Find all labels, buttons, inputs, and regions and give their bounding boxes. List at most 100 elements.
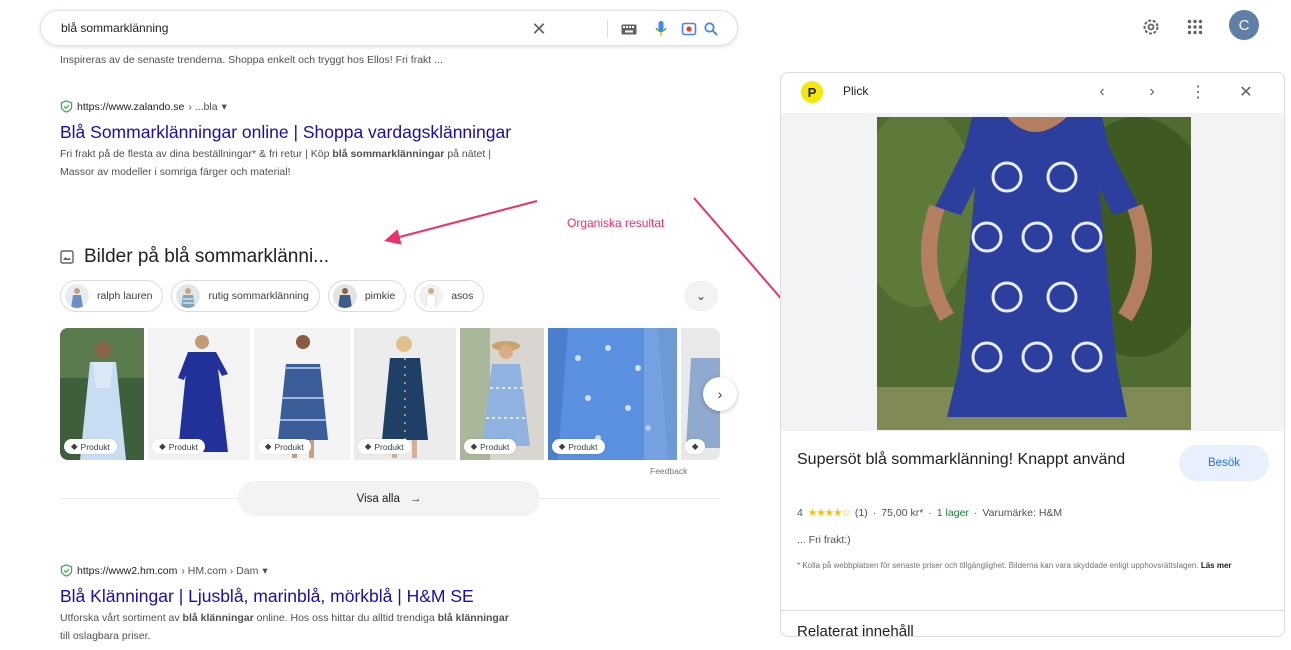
search-input[interactable] xyxy=(61,21,521,35)
image-icon xyxy=(60,250,74,264)
result-url[interactable]: https://www2.hm.com › HM.com › Dam ▾ xyxy=(60,564,509,577)
image-result-5[interactable]: ◆ Produkt xyxy=(459,328,544,460)
snippet-text: till oslagbara priser. xyxy=(60,630,151,642)
chip-rutig-sommarklanning[interactable]: rutig sommarklänning xyxy=(171,280,320,312)
read-more-link[interactable]: Läs mer xyxy=(1201,561,1232,570)
review-count[interactable]: (1) xyxy=(855,507,868,519)
feedback-link[interactable]: Feedback xyxy=(650,466,687,476)
arrow-right-icon: → xyxy=(409,492,422,505)
result-menu-caret-icon[interactable]: ▾ xyxy=(262,565,267,577)
meta-separator: · xyxy=(872,507,877,519)
image-results-strip: ◆ Produkt ◆ Produkt ◆ Produkt ◆ Produkt ◆ Pro… xyxy=(60,328,720,460)
price: 75,00 kr* xyxy=(881,507,924,519)
chip-label: rutig sommarklänning xyxy=(208,290,309,302)
snippet-bold: blå klänningar xyxy=(182,612,254,624)
verified-shield-icon xyxy=(60,564,73,577)
result-snippet: Utforska vårt sortiment av blå klänninga… xyxy=(60,609,509,645)
result-breadcrumb: › HM.com › Dam xyxy=(181,564,259,577)
keyboard-icon[interactable] xyxy=(619,19,639,39)
images-heading-text: Bilder på blå sommarklänni... xyxy=(84,246,329,267)
chip-label: pimkie xyxy=(364,290,396,302)
result-url-text: https://www.zalando.se xyxy=(77,100,185,113)
snippet-text: Massor av modeller i somriga färger och … xyxy=(60,166,291,178)
snippet-bold: blå klänningar xyxy=(437,612,509,624)
settings-gear-icon[interactable] xyxy=(1138,14,1164,40)
related-content-heading: Relaterat innehåll xyxy=(797,623,914,637)
meta-separator: · xyxy=(928,507,932,519)
apps-grid-icon[interactable] xyxy=(1182,14,1208,40)
result-url[interactable]: https://www.zalando.se › ...bla ▾ xyxy=(60,100,511,113)
close-icon[interactable]: ✕ xyxy=(529,19,549,39)
result-menu-caret-icon[interactable]: ▾ xyxy=(222,101,227,113)
show-all-images-button[interactable]: Visa alla → xyxy=(238,481,540,516)
verified-shield-icon xyxy=(60,100,73,113)
tag-icon: ◆ xyxy=(470,441,478,451)
merchant-name: Plick xyxy=(843,84,869,98)
chips-expand-chevron-down-icon[interactable]: ⌄ xyxy=(684,281,718,311)
search-icon[interactable] xyxy=(701,19,721,39)
chip-label: ralph lauren xyxy=(97,290,153,302)
product-badge: ◆ Produkt xyxy=(463,439,517,454)
image-result-6[interactable]: ◆ Produkt xyxy=(547,328,677,460)
camera-lens-icon[interactable] xyxy=(679,19,699,39)
search-divider xyxy=(607,20,608,38)
product-badge: ◆ xyxy=(684,439,706,454)
chip-pimkie[interactable]: pimkie xyxy=(327,280,407,312)
snippet-text: Utforska vårt sortiment av xyxy=(60,612,183,624)
mic-icon[interactable] xyxy=(651,19,671,39)
image-refinement-chips: ralph lauren rutig sommarklänning pimkie… xyxy=(60,280,485,312)
annotation-label: Organiska resultat xyxy=(567,216,665,230)
account-avatar[interactable]: C xyxy=(1229,10,1259,40)
image-result-4[interactable]: ◆ Produkt xyxy=(353,328,456,460)
panel-divider xyxy=(781,610,1284,611)
meta-separator: · xyxy=(973,507,978,519)
product-detail-panel: P Plick ‹ › ⋮ ✕ Supersöt blå sommarklänn… xyxy=(780,72,1285,637)
result-snippet: Fri frakt på de flesta av dina beställni… xyxy=(60,145,511,181)
stock-status: 1 lager xyxy=(936,507,969,519)
product-badge: ◆ Produkt xyxy=(257,439,311,454)
price-disclaimer: * Kolla på webbplatsen för senaste prise… xyxy=(797,559,1277,572)
blue-patterned-dress-photo xyxy=(877,117,1191,430)
tag-icon: ◆ xyxy=(264,441,272,451)
show-all-label: Visa alla xyxy=(356,492,400,505)
result-title-link[interactable]: Blå Sommarklänningar online | Shoppa var… xyxy=(60,122,511,143)
close-icon[interactable]: ✕ xyxy=(1235,81,1257,103)
previous-chevron-left-icon[interactable]: ‹ xyxy=(1091,81,1113,103)
result-title-link[interactable]: Blå Klänningar | Ljusblå, marinblå, mörk… xyxy=(60,586,509,607)
chip-thumbnail xyxy=(419,284,444,308)
product-main-image[interactable] xyxy=(877,117,1191,430)
next-chevron-right-icon[interactable]: › xyxy=(1141,81,1163,103)
product-badge: ◆ Produkt xyxy=(357,439,411,454)
chip-thumbnail xyxy=(176,284,201,308)
product-badge: ◆ Produkt xyxy=(152,439,205,454)
chip-asos[interactable]: asos xyxy=(414,280,485,312)
snippet-bold: blå sommarklänningar xyxy=(332,148,445,160)
product-title: Supersöt blå sommarklänning! Knappt anvä… xyxy=(797,451,1126,468)
disclaimer-text: * Kolla på webbplatsen för senaste prise… xyxy=(797,561,1199,570)
tag-icon: ◆ xyxy=(558,441,566,451)
tag-icon: ◆ xyxy=(71,441,78,451)
panel-header: P Plick ‹ › ⋮ ✕ xyxy=(781,73,1284,113)
tag-icon: ◆ xyxy=(364,441,372,451)
tag-icon: ◆ xyxy=(691,441,699,451)
image-result-3[interactable]: ◆ Produkt xyxy=(253,328,350,460)
image-strip-next-chevron-right-icon[interactable]: › xyxy=(703,377,737,411)
visit-button[interactable]: Besök xyxy=(1179,445,1269,481)
product-badge: ◆ Produkt xyxy=(551,439,605,454)
tag-icon: ◆ xyxy=(159,441,166,451)
snippet-text: Fri frakt på de flesta av dina beställni… xyxy=(60,148,333,160)
image-result-2[interactable]: ◆ Produkt xyxy=(148,328,250,460)
product-description: ... Fri frakt:) xyxy=(797,534,851,546)
more-options-icon[interactable]: ⋮ xyxy=(1187,81,1209,103)
chip-label: asos xyxy=(451,290,474,302)
image-result-1[interactable]: ◆ Produkt xyxy=(60,328,145,460)
result-url-text: https://www2.hm.com xyxy=(77,564,178,577)
product-badge: ◆ Produkt xyxy=(64,439,117,454)
search-result-zalando: https://www.zalando.se › ...bla ▾ Blå So… xyxy=(60,100,511,181)
search-box[interactable]: ✕ xyxy=(40,10,738,46)
star-rating-icon: ★★★★☆ xyxy=(807,507,851,519)
product-meta: 4 ★★★★☆ (1) · 75,00 kr* · 1 lager · Varu… xyxy=(797,507,1062,519)
chip-ralph-lauren[interactable]: ralph lauren xyxy=(60,280,164,312)
images-section-heading[interactable]: Bilder på blå sommarklänni... xyxy=(60,246,329,268)
search-result-hm: https://www2.hm.com › HM.com › Dam ▾ Blå… xyxy=(60,564,509,645)
